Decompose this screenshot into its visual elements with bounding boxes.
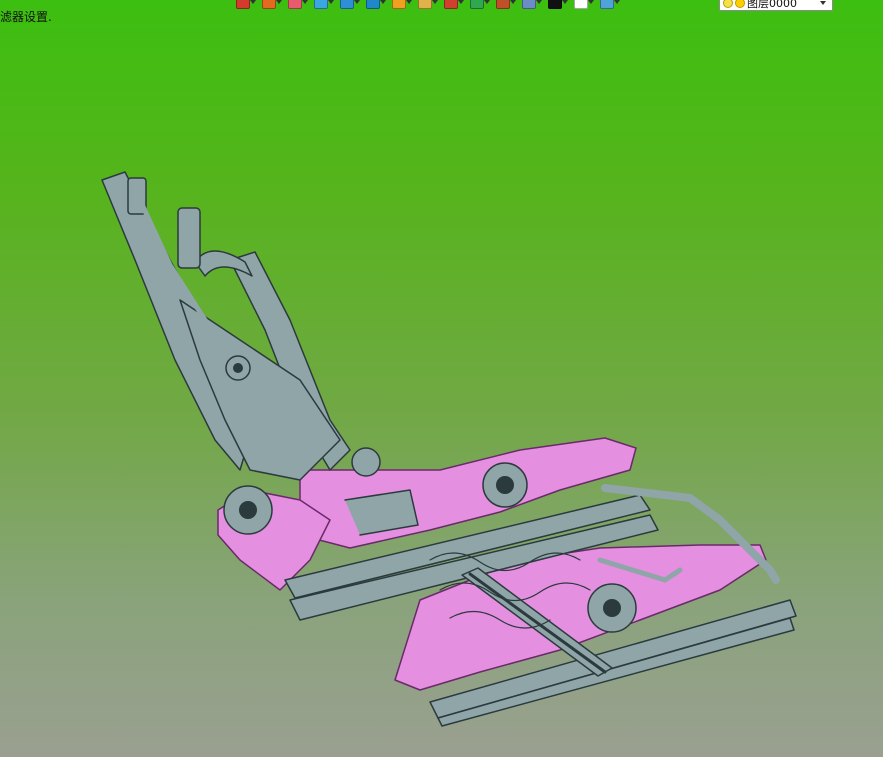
recliner-front-hub: [603, 599, 621, 617]
cad-viewport[interactable]: 滤器设置. 图层0000: [0, 0, 883, 757]
pivot-upper-hub: [233, 363, 243, 373]
recliner-right-hub: [496, 476, 514, 494]
headrest-guide: [177, 207, 201, 269]
recliner-mid: [351, 447, 381, 477]
headrest-tube: [194, 250, 253, 277]
seat-frame-model[interactable]: [0, 0, 883, 757]
recliner-left-hub: [239, 501, 257, 519]
